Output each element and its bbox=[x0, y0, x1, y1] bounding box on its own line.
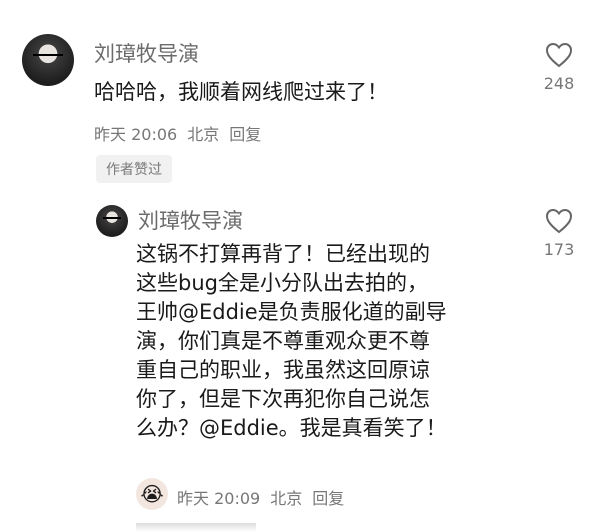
comment-meta: 昨天 20:06 北京 回复 bbox=[94, 121, 271, 145]
reply-line: 这锅不打算再背了！已经出现的 bbox=[136, 242, 430, 266]
reply-line: 你了，但是下次再犯你自己说怎 bbox=[136, 387, 430, 411]
author-liked-badge: 作者赞过 bbox=[96, 155, 172, 183]
comment-like-button[interactable]: 248 bbox=[534, 42, 584, 93]
reply-like-button[interactable]: 173 bbox=[534, 208, 584, 259]
comment-text: 哈哈哈，我顺着网线爬过来了！ bbox=[94, 80, 388, 104]
comment-like-count: 248 bbox=[543, 74, 575, 93]
reply-line: 重自己的职业，我虽然这回原谅 bbox=[136, 358, 430, 382]
reply-line: 王帅@Eddie是负责服化道的副导 bbox=[136, 300, 447, 324]
next-comment-cutoff bbox=[136, 523, 256, 532]
heart-outline-icon[interactable] bbox=[545, 42, 573, 68]
comment-location: 北京 bbox=[187, 125, 220, 144]
comment-author-name[interactable]: 刘璋牧导演 bbox=[94, 38, 199, 68]
reply-time: 昨天 20:09 bbox=[177, 489, 261, 508]
crying-face-icon: 😭 bbox=[136, 478, 168, 510]
reply-text: 这锅不打算再背了！已经出现的 这些bug全是小分队出去拍的， 王帅@Eddie是… bbox=[136, 240, 516, 443]
comment-reply-button[interactable]: 回复 bbox=[229, 125, 261, 144]
reply-meta: 昨天 20:09 北京 回复 bbox=[177, 485, 354, 509]
reply-author-avatar[interactable] bbox=[96, 205, 128, 237]
reply-reply-button[interactable]: 回复 bbox=[312, 489, 344, 508]
heart-outline-icon[interactable] bbox=[545, 208, 573, 234]
author-avatar[interactable] bbox=[22, 34, 74, 86]
reply-line: 演，你们真是不尊重观众更不尊 bbox=[136, 329, 430, 353]
reply-author-name[interactable]: 刘璋牧导演 bbox=[138, 205, 243, 235]
comment-time: 昨天 20:06 bbox=[94, 125, 178, 144]
reply-like-count: 173 bbox=[543, 240, 575, 259]
reply-line: 这些bug全是小分队出去拍的， bbox=[136, 271, 428, 295]
reply-line: 么办？@Eddie。我是真看笑了！ bbox=[136, 416, 447, 440]
reply-location: 北京 bbox=[270, 489, 303, 508]
